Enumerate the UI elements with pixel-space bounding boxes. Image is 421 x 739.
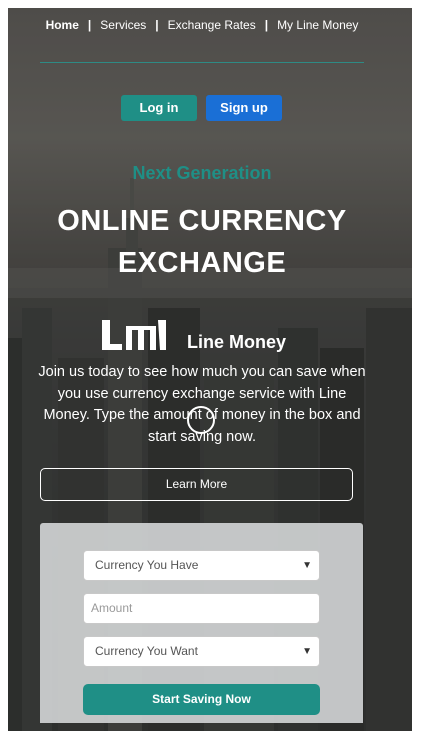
amount-input[interactable]: Amount xyxy=(83,593,320,624)
nav-my-line-money[interactable]: My Line Money xyxy=(277,18,358,32)
login-button[interactable]: Log in xyxy=(121,95,197,121)
signup-button[interactable]: Sign up xyxy=(206,95,282,121)
dropdown-arrow-icon: ▼ xyxy=(302,646,312,657)
currency-want-select[interactable]: Currency You Want ▼ xyxy=(83,636,320,667)
nav-services[interactable]: Services xyxy=(100,18,146,32)
nav-exchange-rates[interactable]: Exchange Rates xyxy=(168,18,256,32)
nav-separator: | xyxy=(87,18,92,32)
headline-line-1: ONLINE CURRENCY xyxy=(57,205,347,237)
currency-want-value: Currency You Want xyxy=(95,644,198,658)
exchange-form-panel: Currency You Have ▼ Amount Currency You … xyxy=(40,523,363,723)
mouse-cursor-indicator xyxy=(187,406,215,434)
headline-line-2: EXCHANGE xyxy=(117,247,287,279)
learn-more-button[interactable]: Learn More xyxy=(40,468,353,501)
main-nav: Home | Services | Exchange Rates | My Line Mon… xyxy=(40,14,364,37)
intro-text: Join us today to see how much you can sa… xyxy=(38,364,366,445)
currency-have-select[interactable]: Currency You Have ▼ xyxy=(83,550,320,581)
hero-headline: ONLINE CURRENCY EXCHANGE xyxy=(0,200,404,284)
hero-tagline: Next Generation xyxy=(132,163,272,183)
nav-divider xyxy=(40,62,364,63)
dropdown-arrow-icon: ▼ xyxy=(302,560,312,571)
nav-home[interactable]: Home xyxy=(46,18,79,32)
line-money-logo-icon xyxy=(102,320,166,350)
nav-separator: | xyxy=(155,18,159,32)
currency-have-value: Currency You Have xyxy=(95,558,199,572)
start-saving-button[interactable]: Start Saving Now xyxy=(83,684,320,715)
brand-name: Line Money xyxy=(187,332,287,352)
nav-separator: | xyxy=(264,18,269,32)
